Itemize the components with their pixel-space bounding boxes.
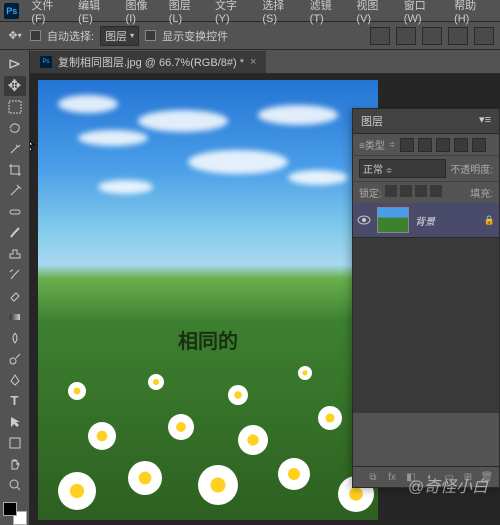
document-tabs: Ps 复制相同图层.jpg @ 66.7%(RGB/8#) * × (30, 50, 500, 74)
menu-image[interactable]: 图像(I) (120, 0, 163, 28)
toolbar: ⊳ ✥ T (0, 50, 30, 525)
panel-title: 图层 (361, 113, 383, 129)
history-brush-tool[interactable] (4, 266, 26, 285)
lock-row: 锁定: 填充: (353, 182, 499, 203)
align-button-5[interactable] (474, 27, 494, 45)
canvas-text: 相同的 (38, 325, 378, 354)
eyedropper-tool[interactable] (4, 182, 26, 201)
align-button-3[interactable] (422, 27, 442, 45)
layer-filter-row: ≡类型 ≑ (353, 134, 499, 156)
blend-mode-dropdown[interactable]: 正常 ≑ (359, 159, 446, 178)
menubar: Ps 文件(F) 编辑(E) 图像(I) 图层(L) 文字(Y) 选择(S) 滤… (0, 0, 500, 22)
cursor-icon (30, 135, 40, 153)
menu-file[interactable]: 文件(F) (25, 0, 72, 28)
wand-tool[interactable] (4, 140, 26, 159)
filter-label: ≡类型 (359, 137, 385, 152)
blur-tool[interactable] (4, 328, 26, 347)
visibility-icon[interactable] (357, 215, 371, 225)
auto-select-dropdown[interactable]: 图层▾ (100, 26, 139, 46)
align-button-2[interactable] (396, 27, 416, 45)
document-tab[interactable]: Ps 复制相同图层.jpg @ 66.7%(RGB/8#) * × (30, 51, 266, 73)
dodge-tool[interactable] (4, 349, 26, 368)
menu-view[interactable]: 视图(V) (350, 0, 397, 28)
filter-pixel-icon[interactable] (400, 138, 414, 152)
move-tool[interactable]: ✥ (4, 76, 26, 96)
panel-header[interactable]: 图层 ▾≡ (353, 109, 499, 134)
crop-tool[interactable] (4, 161, 26, 180)
layer-fx-icon[interactable]: fx (384, 470, 400, 484)
layer-list: 背景 🔒 (353, 203, 499, 413)
opacity-label: 不透明度: (450, 161, 493, 176)
pen-tool[interactable] (4, 370, 26, 389)
gradient-tool[interactable] (4, 308, 26, 327)
healing-tool[interactable] (4, 203, 26, 222)
layer-thumbnail (377, 207, 409, 233)
show-transform-checkbox[interactable] (145, 30, 156, 41)
tab-title: 复制相同图层.jpg @ 66.7%(RGB/8#) * (58, 54, 244, 70)
lock-label: 锁定: (359, 185, 382, 200)
marquee-tool[interactable] (4, 98, 26, 117)
align-button-1[interactable] (370, 27, 390, 45)
lock-pixels-icon[interactable] (400, 185, 412, 197)
link-layers-icon[interactable]: ⧉ (365, 470, 381, 484)
layer-item[interactable]: 背景 🔒 (353, 203, 499, 238)
canvas[interactable]: 相同的 (38, 80, 378, 520)
brush-tool[interactable] (4, 224, 26, 243)
menu-type[interactable]: 文字(Y) (209, 0, 256, 28)
layer-name[interactable]: 背景 (415, 213, 435, 228)
lock-all-icon[interactable] (430, 185, 442, 197)
blend-opacity-row: 正常 ≑ 不透明度: (353, 156, 499, 182)
lasso-tool[interactable] (4, 119, 26, 138)
move-tool-icon: ✥▾ (6, 27, 24, 45)
hand-tool[interactable] (4, 454, 26, 473)
expand-icon[interactable]: ⊳ (4, 54, 26, 74)
layers-panel: 图层 ▾≡ ≡类型 ≑ 正常 ≑ 不透明度: 锁定: 填充: 背景 🔒 ⧉ fx… (352, 108, 500, 488)
eraser-tool[interactable] (4, 287, 26, 306)
filter-smart-icon[interactable] (472, 138, 486, 152)
auto-select-label: 自动选择: (47, 28, 94, 44)
fill-label: 填充: (470, 185, 493, 200)
lock-icon: 🔒 (484, 215, 495, 226)
show-transform-label: 显示变换控件 (162, 28, 228, 44)
menu-filter[interactable]: 滤镜(T) (304, 0, 351, 28)
type-tool[interactable]: T (4, 391, 26, 410)
path-select-tool[interactable] (4, 412, 26, 431)
stamp-tool[interactable] (4, 245, 26, 264)
align-button-4[interactable] (448, 27, 468, 45)
app-logo: Ps (4, 3, 19, 19)
zoom-tool[interactable] (4, 475, 26, 494)
menu-window[interactable]: 窗口(W) (398, 0, 448, 28)
watermark: @奇怪小白 (408, 473, 488, 497)
filter-adjust-icon[interactable] (418, 138, 432, 152)
panel-menu-icon[interactable]: ▾≡ (479, 113, 491, 129)
menu-layer[interactable]: 图层(L) (163, 0, 209, 28)
filter-type-icon[interactable] (436, 138, 450, 152)
tab-close-icon[interactable]: × (250, 56, 256, 68)
shape-tool[interactable] (4, 433, 26, 452)
menu-edit[interactable]: 编辑(E) (72, 0, 119, 28)
menu-help[interactable]: 帮助(H) (448, 0, 496, 28)
file-type-icon: Ps (40, 56, 52, 68)
lock-position-icon[interactable] (415, 185, 427, 197)
lock-transparent-icon[interactable] (385, 185, 397, 197)
color-swatches[interactable] (3, 502, 27, 525)
menu-select[interactable]: 选择(S) (256, 0, 303, 28)
foreground-color-swatch[interactable] (3, 502, 17, 516)
filter-shape-icon[interactable] (454, 138, 468, 152)
auto-select-checkbox[interactable] (30, 30, 41, 41)
